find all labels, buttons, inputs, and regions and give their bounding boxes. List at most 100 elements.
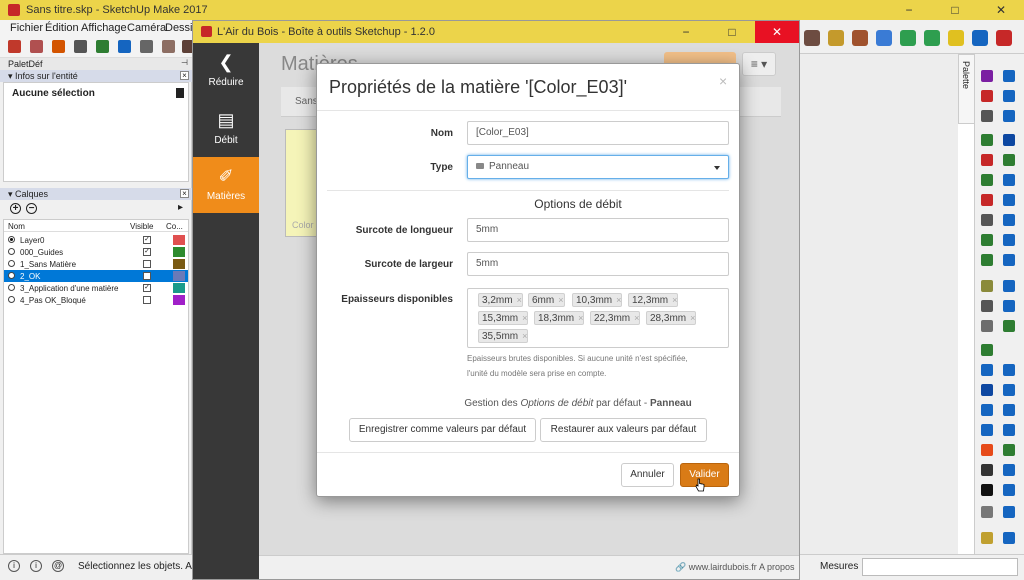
user-icon[interactable]: @ bbox=[52, 560, 64, 572]
tool-icon[interactable] bbox=[1003, 300, 1015, 312]
tool-icon[interactable] bbox=[1003, 214, 1015, 226]
nav-debit[interactable]: ▤ Débit bbox=[193, 101, 259, 157]
thickness-tag[interactable]: 10,3mm × bbox=[572, 293, 623, 307]
tool-icon[interactable] bbox=[981, 194, 993, 206]
tool-icon[interactable] bbox=[981, 320, 993, 332]
layer-visible-checkbox[interactable] bbox=[143, 272, 151, 280]
layer-visible-checkbox[interactable] bbox=[143, 260, 151, 268]
layer-color-swatch[interactable] bbox=[173, 235, 185, 245]
remove-tag-icon[interactable]: × bbox=[522, 331, 527, 341]
ladb-toolbox-icon[interactable] bbox=[981, 484, 993, 496]
layer-active-radio[interactable] bbox=[8, 284, 15, 291]
tool-icon[interactable] bbox=[1003, 532, 1015, 544]
pin-icon[interactable]: ⊣ bbox=[180, 59, 189, 68]
options-menu-button[interactable]: ≡ ▾ bbox=[742, 52, 776, 76]
save-defaults-button[interactable]: Enregistrer comme valeurs par défaut bbox=[349, 418, 536, 442]
layers-panel-close-icon[interactable]: × bbox=[180, 189, 189, 198]
component-icon[interactable] bbox=[828, 30, 844, 46]
layer-active-radio[interactable] bbox=[8, 296, 15, 303]
line-tool-icon[interactable] bbox=[74, 40, 87, 53]
minimize-button[interactable]: − bbox=[886, 0, 932, 20]
tool-icon[interactable] bbox=[1003, 506, 1015, 518]
thickness-tag[interactable]: 6mm × bbox=[528, 293, 565, 307]
remove-tag-icon[interactable]: × bbox=[522, 313, 527, 323]
tool-icon[interactable] bbox=[1003, 424, 1015, 436]
tool-icon[interactable] bbox=[981, 464, 993, 476]
layer-row[interactable]: 000_Guides ✓ bbox=[4, 246, 188, 258]
remove-tag-icon[interactable]: × bbox=[690, 313, 695, 323]
entity-panel-header[interactable]: ▾ Infos sur l'entité × bbox=[0, 70, 192, 82]
tool-icon[interactable] bbox=[981, 234, 993, 246]
menu-camera[interactable]: Caméra bbox=[127, 22, 166, 34]
layer-active-radio[interactable] bbox=[8, 248, 15, 255]
remove-tag-icon[interactable]: × bbox=[672, 295, 677, 305]
tool-icon[interactable] bbox=[1003, 174, 1015, 186]
select-tool-icon[interactable] bbox=[8, 40, 21, 53]
remove-tag-icon[interactable]: × bbox=[634, 313, 639, 323]
nav-reduire[interactable]: ❮ Réduire bbox=[193, 43, 259, 99]
circle-tool-icon[interactable] bbox=[118, 40, 131, 53]
tool-icon[interactable] bbox=[1003, 484, 1015, 496]
tool-icon[interactable] bbox=[1003, 234, 1015, 246]
layer-color-swatch[interactable] bbox=[173, 295, 185, 305]
tool-icon[interactable] bbox=[1003, 320, 1015, 332]
geolocation-icon[interactable]: i bbox=[8, 560, 20, 572]
col-visible[interactable]: Visible bbox=[130, 222, 153, 231]
tool-icon[interactable] bbox=[981, 110, 993, 122]
tool-icon[interactable] bbox=[1003, 154, 1015, 166]
tool-icon[interactable] bbox=[981, 174, 993, 186]
thickness-tag[interactable]: 3,2mm × bbox=[478, 293, 523, 307]
orbit-icon[interactable] bbox=[972, 30, 988, 46]
tool-icon[interactable] bbox=[981, 214, 993, 226]
col-color[interactable]: Co... bbox=[166, 222, 183, 231]
thickness-tag[interactable]: 28,3mm × bbox=[646, 311, 697, 325]
model-canvas[interactable] bbox=[800, 54, 958, 554]
warehouse-icon[interactable] bbox=[852, 30, 868, 46]
tool-icon[interactable] bbox=[981, 444, 993, 456]
tool-icon[interactable] bbox=[1003, 444, 1015, 456]
layer-active-radio[interactable] bbox=[8, 236, 15, 243]
tool-icon[interactable] bbox=[1003, 70, 1015, 82]
layer-color-swatch[interactable] bbox=[173, 247, 185, 257]
length-allowance-input[interactable]: 5mm bbox=[467, 218, 729, 242]
thickness-tag[interactable]: 22,3mm × bbox=[590, 311, 641, 325]
pushpull-tool-icon[interactable] bbox=[140, 40, 153, 53]
name-input[interactable]: [Color_E03] bbox=[467, 121, 729, 145]
restore-defaults-button[interactable]: Restaurer aux valeurs par défaut bbox=[540, 418, 707, 442]
layer-color-swatch[interactable] bbox=[173, 271, 185, 281]
thickness-tag[interactable]: 35,5mm × bbox=[478, 329, 529, 343]
tag-icon[interactable] bbox=[948, 30, 964, 46]
tool-icon[interactable] bbox=[981, 364, 993, 376]
axes-icon[interactable] bbox=[900, 30, 916, 46]
layer-color-swatch[interactable] bbox=[173, 283, 185, 293]
entity-panel-close-icon[interactable]: × bbox=[180, 71, 189, 80]
maximize-button[interactable]: □ bbox=[932, 0, 978, 20]
close-button[interactable]: ✕ bbox=[978, 0, 1024, 20]
remove-tag-icon[interactable]: × bbox=[517, 295, 522, 305]
layers-panel-header[interactable]: ▾ Calques × bbox=[0, 188, 192, 200]
website-link[interactable]: 🔗 www.lairdubois.fr bbox=[675, 562, 757, 573]
collapse-arrow-icon[interactable]: ▾ bbox=[8, 189, 15, 199]
collapse-arrow-icon[interactable]: ▾ bbox=[8, 71, 15, 81]
rectangle-tool-icon[interactable] bbox=[96, 40, 109, 53]
remove-tag-icon[interactable]: × bbox=[578, 313, 583, 323]
layer-visible-checkbox[interactable]: ✓ bbox=[143, 284, 151, 292]
nav-matieres[interactable]: ✐ Matières bbox=[193, 157, 259, 213]
modal-close-icon[interactable]: × bbox=[719, 73, 727, 89]
tool-icon[interactable] bbox=[981, 404, 993, 416]
tool-icon[interactable] bbox=[981, 90, 993, 102]
layer-active-radio[interactable] bbox=[8, 272, 15, 279]
tool-icon[interactable] bbox=[1003, 90, 1015, 102]
layer-color-swatch[interactable] bbox=[173, 259, 185, 269]
measures-input[interactable] bbox=[862, 558, 1018, 576]
paint-tool-icon[interactable] bbox=[52, 40, 65, 53]
tool-icon[interactable] bbox=[1003, 110, 1015, 122]
paint-bucket-icon[interactable] bbox=[996, 30, 1012, 46]
tool-icon[interactable] bbox=[1003, 194, 1015, 206]
section-icon[interactable] bbox=[804, 30, 820, 46]
thickness-tags-input[interactable]: 3,2mm × 6mm × 10,3mm × 12,3mm × 15,3mm × 18,3… bbox=[467, 288, 729, 348]
col-name[interactable]: Nom bbox=[8, 222, 25, 231]
remove-tag-icon[interactable]: × bbox=[616, 295, 621, 305]
tool-icon[interactable] bbox=[981, 532, 993, 544]
plugin-minimize-button[interactable]: − bbox=[663, 21, 709, 43]
